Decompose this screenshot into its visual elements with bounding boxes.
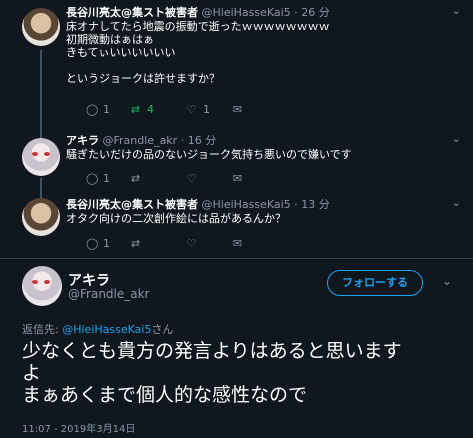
like-count: 1 [203,103,210,116]
reply-icon: ◯ [86,103,99,116]
envelope-icon: ✉ [232,237,243,250]
tweet-text: 騒ぎたいだけの品のないジョーク気持ち悪いので嫌いです [66,148,352,161]
tweet-time[interactable]: · 26 分 [294,6,330,19]
heart-icon: ♡ [186,103,197,116]
reply-button[interactable]: ◯ 1 [86,103,110,116]
tweet-timestamp[interactable]: 11:07 - 2019年3月14日 [22,420,135,435]
retweet-icon: ⇄ [130,103,141,116]
envelope-icon: ✉ [232,172,243,185]
chevron-down-icon[interactable]: ⌄ [452,196,461,209]
author-name[interactable]: 長谷川亮太@集スト被害者 [66,198,198,211]
author-handle[interactable]: @Frandle_akr [68,287,150,301]
retweet-count: 4 [147,103,154,116]
reply-to-handle[interactable]: @HieiHasseKai5 [62,323,151,336]
tweet-3[interactable]: 長谷川亮太@集スト被害者 @HieiHasseKai5 · 13 分 ⌄ オタク… [0,192,473,258]
dm-button[interactable]: ✉ [232,172,243,185]
author-name[interactable]: 長谷川亮太@集スト被害者 [66,6,198,19]
like-button[interactable]: ♡ 1 [186,103,210,116]
author-handle[interactable]: @Frandle_akr [103,134,178,147]
chevron-down-icon[interactable]: ⌄ [452,4,461,17]
thread-line [40,178,42,192]
reply-count: 1 [103,103,110,116]
retweet-icon: ⇄ [130,237,141,250]
reply-to-label: 返信先: [22,323,59,336]
reply-button[interactable]: ◯ 1 [86,172,110,185]
thread-line [40,128,42,138]
tweet-2[interactable]: アキラ @Frandle_akr · 16 分 ⌄ 騒ぎたいだけの品のないジョー… [0,128,473,192]
retweet-button[interactable]: ⇄ [130,237,141,250]
avatar[interactable] [22,198,60,236]
reply-count: 1 [103,172,110,185]
thread-line [40,50,42,128]
tweet-text: オタク向けの二次創作絵には品があるんか？ [66,212,286,225]
tweet-time[interactable]: · 13 分 [294,198,330,211]
reply-to: 返信先: @HieiHasseKai5さん [22,321,173,337]
envelope-icon: ✉ [232,103,243,116]
retweet-icon: ⇄ [130,172,141,185]
reply-icon: ◯ [86,172,99,185]
tweet-1[interactable]: 長谷川亮太@集スト被害者 @HieiHasseKai5 · 26 分 ⌄ 床オナ… [0,0,473,128]
follow-button[interactable]: フォローする [327,270,423,296]
author-handle[interactable]: @HieiHasseKai5 [202,198,291,211]
reply-button[interactable]: ◯ 1 [86,237,110,250]
reply-icon: ◯ [86,237,99,250]
chevron-down-icon[interactable]: ⌄ [452,132,461,145]
like-button[interactable]: ♡ [186,172,197,185]
reply-count: 1 [103,237,110,250]
tweet-header: 長谷川亮太@集スト被害者 @HieiHasseKai5 · 13 分 [66,196,330,212]
tweet-time[interactable]: · 16 分 [181,134,217,147]
tweet-text: 床オナしてたら地震の振動で逝ったｗｗｗｗｗｗｗｗ 初期微動はぁはぁ きもてぃいい… [66,20,330,85]
chevron-down-icon[interactable]: ⌄ [442,274,452,288]
tweet-text: 少なくとも貴方の発言よりはあると思います よ まぁあくまで個人的な感性なので [22,340,402,406]
like-button[interactable]: ♡ [186,237,197,250]
avatar[interactable] [22,266,62,306]
reply-to-suffix: さん [151,323,174,336]
retweet-button[interactable]: ⇄ 4 [130,103,154,116]
dm-button[interactable]: ✉ [232,237,243,250]
heart-icon: ♡ [186,172,197,185]
avatar[interactable] [22,8,60,46]
divider [0,258,473,259]
author-handle[interactable]: @HieiHasseKai5 [202,6,291,19]
author-name[interactable]: アキラ [66,134,99,147]
retweet-button[interactable]: ⇄ [130,172,141,185]
avatar[interactable] [22,138,60,176]
tweet-header: アキラ @Frandle_akr · 16 分 [66,132,216,148]
heart-icon: ♡ [186,237,197,250]
tweet-header: 長谷川亮太@集スト被害者 @HieiHasseKai5 · 26 分 [66,4,330,20]
dm-button[interactable]: ✉ [232,103,243,116]
